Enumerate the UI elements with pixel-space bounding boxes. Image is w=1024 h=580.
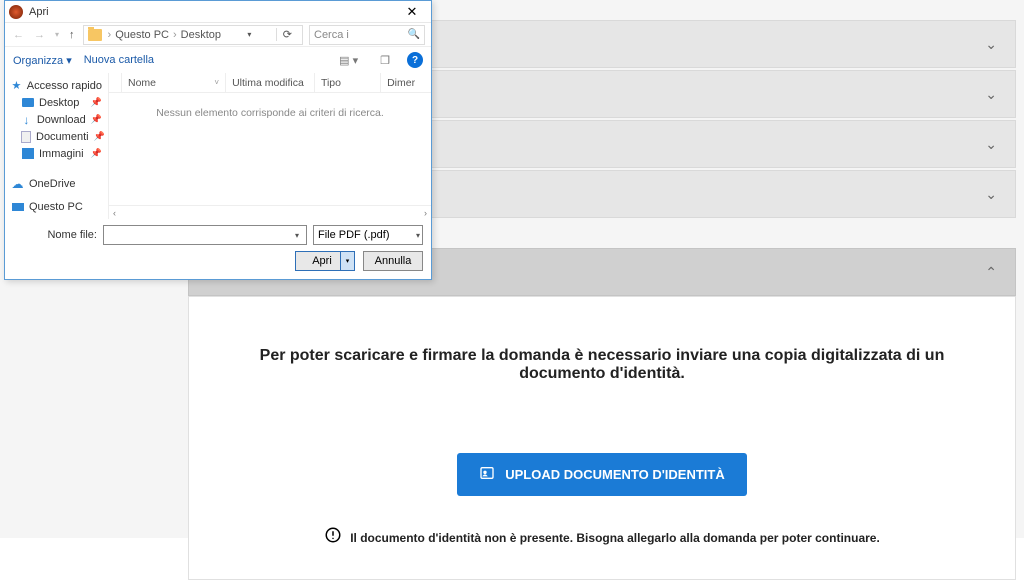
pin-icon: 📌 [91,97,102,108]
nav-back-icon[interactable]: ← [11,29,26,41]
column-modified[interactable]: Ultima modifica [226,73,315,92]
filter-dropdown-icon: ▾ [416,231,420,240]
sidebar-item-documents[interactable]: Documenti 📌 [5,128,108,145]
cloud-icon: ☁ [11,177,24,190]
column-name[interactable]: Nome ˅ [122,73,226,92]
breadcrumb-root[interactable]: Questo PC [113,29,171,41]
chevron-down-icon: ⌄ [985,136,997,153]
search-icon: 🔍 [408,29,420,40]
chevron-down-icon: ⌄ [985,36,997,53]
dialog-title: Apri [29,6,397,18]
nav-up-icon[interactable]: ↑ [67,29,77,41]
organize-button[interactable]: Organizza ▾ [13,54,72,67]
cancel-button[interactable]: Annulla [363,251,423,271]
nav-recent-icon[interactable]: ▾ [53,30,61,39]
pc-icon [11,200,24,213]
horizontal-scrollbar[interactable]: ‹ › [109,205,431,219]
breadcrumb-child[interactable]: Desktop [179,29,223,41]
preview-pane-icon[interactable]: ❐ [375,53,395,68]
filename-label: Nome file: [13,229,97,241]
folder-icon [88,29,102,41]
refresh-icon[interactable]: ⟳ [276,28,298,41]
scroll-left-icon[interactable]: ‹ [109,208,120,218]
identity-instruction-text: Per poter scaricare e firmare la domanda… [219,347,985,383]
star-icon: ★ [11,79,22,92]
nav-forward-icon[interactable]: → [32,29,47,41]
chevron-down-icon: ⌄ [985,186,997,203]
filename-input[interactable]: ▾ [103,225,307,245]
close-icon[interactable]: ✕ [397,4,427,20]
upload-button-label: UPLOAD DOCUMENTO D'IDENTITÀ [505,467,725,482]
sidebar-item-this-pc[interactable]: Questo PC [5,198,108,215]
file-type-filter[interactable]: File PDF (.pdf) ▾ [313,225,423,245]
column-size[interactable]: Dimer [381,73,431,92]
dialog-titlebar[interactable]: Apri ✕ [5,1,431,23]
open-button[interactable]: Apri ▾ [295,251,355,271]
desktop-icon [21,96,34,109]
sidebar-item-download[interactable]: ↓ Download 📌 [5,111,108,128]
column-type[interactable]: Tipo [315,73,381,92]
pin-icon: 📌 [91,114,102,125]
pin-icon: 📌 [91,148,102,159]
sidebar-item-images[interactable]: Immagini 📌 [5,145,108,162]
person-icon [479,465,495,484]
chevron-down-icon: ⌄ [985,86,997,103]
search-placeholder: Cerca i [314,29,349,41]
images-icon [21,147,34,160]
new-folder-button[interactable]: Nuova cartella [84,54,154,66]
breadcrumb-dropdown-icon[interactable]: ▾ [243,30,255,39]
list-header: Nome ˅ Ultima modifica Tipo Dimer [109,73,431,93]
help-icon[interactable]: ? [407,52,423,68]
sidebar-item-onedrive[interactable]: ☁ OneDrive [5,175,108,192]
scroll-right-icon[interactable]: › [420,208,431,218]
pin-icon: 📌 [94,131,105,142]
chevron-up-icon: ⌃ [985,264,997,281]
file-list: Nessun elemento corrisponde ai criteri d… [109,93,431,205]
download-icon: ↓ [21,113,32,126]
filename-dropdown-icon[interactable]: ▾ [290,228,304,242]
document-identity-panel: Per poter scaricare e firmare la domanda… [188,296,1016,580]
app-icon [9,5,23,19]
open-dropdown-icon[interactable]: ▾ [340,252,354,270]
sidebar-item-quick-access[interactable]: ★ Accesso rapido [5,77,108,94]
upload-document-button[interactable]: UPLOAD DOCUMENTO D'IDENTITÀ [457,453,747,496]
sidebar-item-desktop[interactable]: Desktop 📌 [5,94,108,111]
empty-list-message: Nessun elemento corrisponde ai criteri d… [156,107,384,119]
breadcrumb[interactable]: › Questo PC › Desktop ▾ ⟳ [83,25,303,45]
filter-value: File PDF (.pdf) [318,229,390,241]
sidebar: ★ Accesso rapido Desktop 📌 ↓ Download 📌 … [5,73,109,219]
view-mode-icon[interactable]: ▤ ▾ [334,53,363,68]
file-open-dialog: Apri ✕ ← → ▾ ↑ › Questo PC › Desktop ▾ ⟳… [4,0,432,280]
search-input[interactable]: Cerca i 🔍 [309,25,425,45]
document-icon [21,130,31,143]
